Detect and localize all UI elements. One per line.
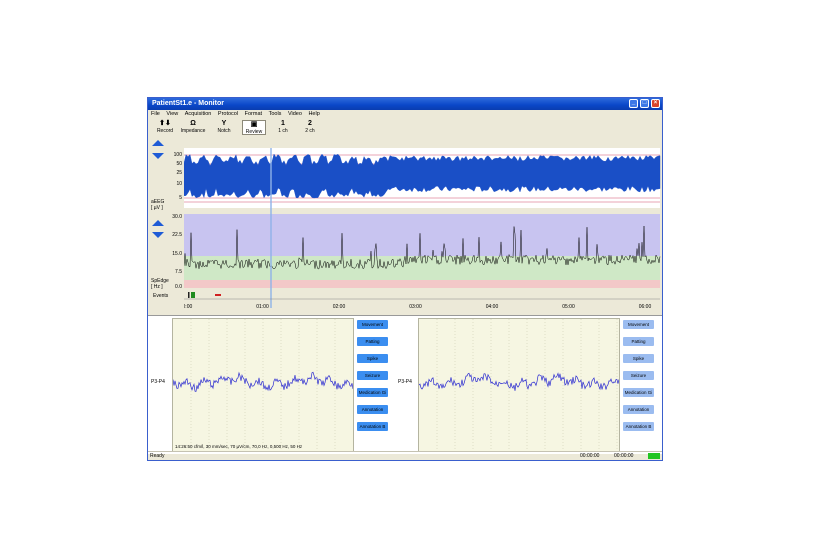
one-channel-button[interactable]: 1 1 ch [274,120,292,135]
record-button[interactable]: ⬆⬇ Record [154,120,176,135]
status-time-2: 00:00:00 [614,453,634,459]
two-channel-button[interactable]: 2 2 ch [300,120,320,135]
menu-protocol[interactable]: Protocol [218,111,238,117]
aeeg-unit-sub: [ µV ] [151,205,163,211]
eeg-waveform-right [418,319,620,451]
menu-help[interactable]: Help [308,111,319,117]
toolbar: ⬆⬇ Record Ω Impedance Y Notch ▣ Review 1… [148,119,662,137]
events-track [184,291,660,299]
channel-label-left: P3-P4 [151,379,165,385]
event-marker[interactable] [188,292,190,298]
impedance-label: Impedance [180,128,206,134]
eeg-waveform-left [172,319,354,451]
menu-video[interactable]: Video [288,111,302,117]
monitor-window: PatientSt1.e - Monitor _ □ × File View A… [147,97,663,461]
minimize-icon[interactable]: _ [629,99,638,108]
status-bar: Ready 00:00:00 00:00:00 [148,451,662,460]
two-channel-label: 2 ch [305,128,315,134]
two-channel-icon: 2 [308,120,312,127]
marker-panel-right: Movement Patting Spike Seizure Medicatio… [621,318,661,452]
window-title: PatientSt1.e - Monitor [152,100,224,107]
spedge-band-low [184,280,660,288]
time-cursor[interactable] [270,148,272,308]
aeeg-tick: 100 [173,152,182,158]
aeeg-scale-down-icon[interactable] [152,153,164,159]
aeeg-tick: 50 [176,161,182,167]
time-tick-label: 01:00 [256,304,269,310]
marker-spike-button[interactable]: Spike [623,354,654,363]
status-indicator [648,453,660,459]
menu-acquisition[interactable]: Acquisition [185,111,212,117]
eeg-panel: P3-P4 14:26:50 cfm/l, 30 mm/sec, 70 µV/c… [148,315,662,454]
event-marker[interactable] [215,294,221,296]
spedge-unit-sub: [ Hz ] [151,284,163,290]
aeeg-tick: 10 [176,181,182,187]
marker-movement-button[interactable]: Movement [623,320,654,329]
channel-label-right: P3-P4 [398,379,412,385]
time-tick-label: 02:00 [333,304,346,310]
notch-button[interactable]: Y Notch [214,120,234,135]
spedge-tick: 15.0 [172,251,182,257]
time-tick-label: 05:00 [562,304,575,310]
marker-patting-button[interactable]: Patting [623,337,654,346]
review-button[interactable]: ▣ Review [242,120,266,135]
eeg-pane-left [172,318,354,452]
time-tick-label: 00:00 [184,304,192,310]
menu-tools[interactable]: Tools [269,111,282,117]
one-channel-icon: 1 [281,120,285,127]
title-bar: PatientSt1.e - Monitor _ □ × [148,98,662,110]
marker-annotation-button[interactable]: Annotation [623,405,654,414]
marker-annotation-b-button[interactable]: Annotation B [623,422,654,431]
marker-spike-button[interactable]: Spike [357,354,388,363]
eeg-pane-right [418,318,620,452]
spedge-scale-up-icon[interactable] [152,220,164,226]
event-marker[interactable] [191,292,195,298]
marker-movement-button[interactable]: Movement [357,320,388,329]
close-icon[interactable]: × [651,99,660,108]
marker-patting-button[interactable]: Patting [357,337,388,346]
time-tick-label: 04:00 [486,304,499,310]
spedge-tick: 7.5 [175,269,182,275]
notch-label: Notch [217,128,231,134]
aeeg-tick: 5 [179,195,182,201]
time-axis-ticks: 00:00 01:00 02:00 03:00 04:00 05:00 06:00 [184,304,651,310]
time-tick-label: 06:00 [639,304,652,310]
menu-bar: File View Acquisition Protocol Format To… [148,110,662,119]
status-time-1: 00:00:00 [580,453,600,459]
impedance-icon: Ω [190,120,196,127]
review-icon: ▣ [250,121,258,128]
one-channel-label: 1 ch [278,128,288,134]
marker-seizure-button[interactable]: Seizure [623,371,654,380]
record-label: Record [156,128,174,134]
marker-annotation-button[interactable]: Annotation [357,405,388,414]
menu-view[interactable]: View [166,111,178,117]
record-icon: ⬆⬇ [159,120,171,127]
spedge-tick: 0.0 [175,284,182,290]
spedge-band-high [184,214,660,256]
aeeg-tick: 25 [176,170,182,176]
trend-graph[interactable]: 00:00 01:00 02:00 03:00 04:00 05:00 06:00 [184,136,663,316]
notch-icon: Y [221,120,227,127]
recording-info: 14:26:50 cfm/l, 30 mm/sec, 70 µV/cm, 70,… [175,444,303,449]
marker-seizure-button[interactable]: Seizure [357,371,388,380]
spedge-tick: 22.5 [172,232,182,238]
aeeg-scale-up-icon[interactable] [152,140,164,146]
eeg-trace [418,372,620,391]
menu-format[interactable]: Format [245,111,262,117]
spedge-scale-down-icon[interactable] [152,232,164,238]
marker-medication-button[interactable]: Medication Gi [357,388,388,397]
marker-panel-left: Movement Patting Spike Seizure Medicatio… [355,318,395,452]
status-text: Ready [150,453,165,459]
menu-file[interactable]: File [151,111,160,117]
trend-panel: aEEG [ µV ] 100 50 25 10 5 SpEdge [ Hz ]… [148,136,662,316]
events-label: Events [153,293,169,299]
spedge-tick: 30.0 [172,214,182,220]
time-tick-label: 03:00 [409,304,422,310]
maximize-icon[interactable]: □ [640,99,649,108]
impedance-button[interactable]: Ω Impedance [180,120,206,135]
review-label: Review [245,129,263,135]
marker-medication-button[interactable]: Medication Gi [623,388,654,397]
marker-annotation-b-button[interactable]: Annotation B [357,422,388,431]
